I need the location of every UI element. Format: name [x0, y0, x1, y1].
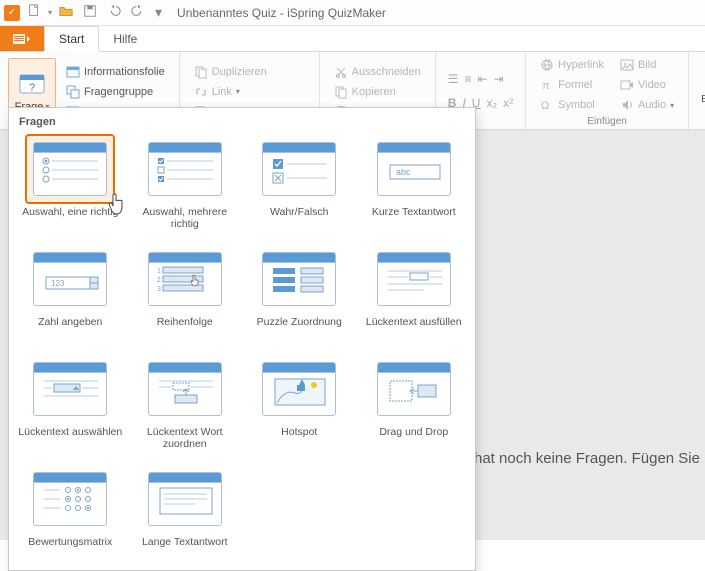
- question-type-label: Hotspot: [281, 426, 317, 450]
- numbering-icon[interactable]: ≡: [465, 72, 472, 86]
- app-icon: ✓: [4, 5, 20, 21]
- hyperlink-button[interactable]: Hyperlink: [536, 56, 608, 74]
- group-label-quiz: Quiz: [695, 114, 705, 127]
- svg-text:1: 1: [157, 268, 161, 275]
- question-type-label: Lückentext ausfüllen: [366, 316, 462, 340]
- svg-text:Ω: Ω: [541, 100, 549, 112]
- svg-text:abc: abc: [396, 167, 411, 177]
- duplizieren-button[interactable]: Duplizieren: [190, 63, 309, 81]
- group-label-einfuegen: Einfügen: [532, 114, 682, 127]
- open-icon[interactable]: [56, 4, 76, 21]
- question-type-label: Auswahl, mehrere richtig: [132, 206, 239, 230]
- question-type-3[interactable]: abc Kurze Textantwort: [361, 134, 468, 230]
- save-icon[interactable]: [80, 4, 100, 21]
- empty-quiz-message: uiz hat noch keine Fragen. Fügen Sie Fra…: [451, 450, 705, 467]
- question-type-label: Reihenfolge: [157, 316, 213, 340]
- file-tab[interactable]: [0, 26, 44, 51]
- redo-icon[interactable]: [128, 4, 148, 21]
- ausschneiden-button[interactable]: Ausschneiden: [330, 63, 425, 81]
- question-gallery: Fragen Auswahl, eine richtig Auswahl, meh…: [8, 107, 476, 571]
- question-type-label: Auswahl, eine richtig: [22, 206, 118, 230]
- bullets-icon[interactable]: ☰: [448, 72, 459, 86]
- question-type-0[interactable]: Auswahl, eine richtig: [17, 134, 124, 230]
- tab-start[interactable]: Start: [44, 26, 99, 52]
- ribbon-group-einfuegen: Hyperlink π Formel Ω Symbol Bild: [526, 52, 689, 129]
- einstellungen-label: Einstellungen: [701, 93, 705, 105]
- svg-text:2: 2: [157, 277, 161, 284]
- question-type-8[interactable]: Lückentext auswählen: [17, 354, 124, 450]
- question-type-5[interactable]: 1 2 3 Reihenfolge: [132, 244, 239, 340]
- title-bar: ✓ ▾ ▾ Unbenanntes Quiz - iSpring QuizMak…: [0, 0, 705, 26]
- ribbon-group-quiz: Einstellungen P Quiz: [689, 52, 705, 129]
- svg-text:123: 123: [51, 279, 65, 288]
- tab-hilfe-label: Hilfe: [113, 32, 137, 46]
- question-type-label: Lückentext Wort zuordnen: [132, 426, 239, 450]
- question-type-label: Lückentext auswählen: [18, 426, 122, 450]
- superscript-icon[interactable]: x²: [503, 96, 513, 110]
- link-button[interactable]: Link▾: [190, 83, 309, 101]
- question-type-label: Drag und Drop: [379, 426, 448, 450]
- question-type-13[interactable]: Lange Textantwort: [132, 464, 239, 560]
- question-type-10[interactable]: Hotspot: [246, 354, 353, 450]
- window-title: Unbenanntes Quiz - iSpring QuizMaker: [177, 6, 386, 20]
- new-icon[interactable]: [24, 4, 44, 21]
- question-type-12[interactable]: Bewertungsmatrix: [17, 464, 124, 560]
- gallery-title: Fragen: [17, 112, 467, 134]
- new-dropdown[interactable]: ▾: [48, 8, 52, 17]
- indent-increase-icon[interactable]: ⇥: [494, 72, 504, 86]
- tab-start-label: Start: [59, 32, 84, 46]
- question-type-label: Kurze Textantwort: [372, 206, 456, 230]
- question-type-9[interactable]: Lückentext Wort zuordnen: [132, 354, 239, 450]
- question-type-label: Wahr/Falsch: [270, 206, 329, 230]
- question-type-2[interactable]: Wahr/Falsch: [246, 134, 353, 230]
- question-type-1[interactable]: Auswahl, mehrere richtig: [132, 134, 239, 230]
- question-type-11[interactable]: Drag und Drop: [361, 354, 468, 450]
- question-type-label: Zahl angeben: [38, 316, 102, 340]
- subscript-icon[interactable]: x₂: [486, 96, 497, 110]
- kopieren-button[interactable]: Kopieren: [330, 83, 425, 101]
- informationsfolie-button[interactable]: Informationsfolie: [62, 63, 169, 81]
- svg-text:?: ?: [29, 82, 35, 94]
- question-type-7[interactable]: Lückentext ausfüllen: [361, 244, 468, 340]
- ribbon-tab-bar: Start Hilfe: [0, 26, 705, 52]
- fragengruppe-button[interactable]: Fragengruppe: [62, 83, 169, 101]
- audio-button[interactable]: Audio▾: [616, 96, 678, 114]
- tab-hilfe[interactable]: Hilfe: [99, 26, 152, 51]
- question-type-4[interactable]: 123 Zahl angeben: [17, 244, 124, 340]
- bild-button[interactable]: Bild: [616, 56, 678, 74]
- svg-text:π: π: [542, 80, 550, 92]
- quick-access-customize[interactable]: ▾: [152, 4, 165, 21]
- undo-icon[interactable]: [104, 4, 124, 21]
- video-button[interactable]: Video: [616, 76, 678, 94]
- question-type-label: Puzzle Zuordnung: [257, 316, 342, 340]
- formel-button[interactable]: π Formel: [536, 76, 608, 94]
- indent-decrease-icon[interactable]: ⇤: [478, 72, 488, 86]
- question-type-6[interactable]: Puzzle Zuordnung: [246, 244, 353, 340]
- symbol-button[interactable]: Ω Symbol: [536, 96, 608, 114]
- svg-text:3: 3: [157, 286, 161, 293]
